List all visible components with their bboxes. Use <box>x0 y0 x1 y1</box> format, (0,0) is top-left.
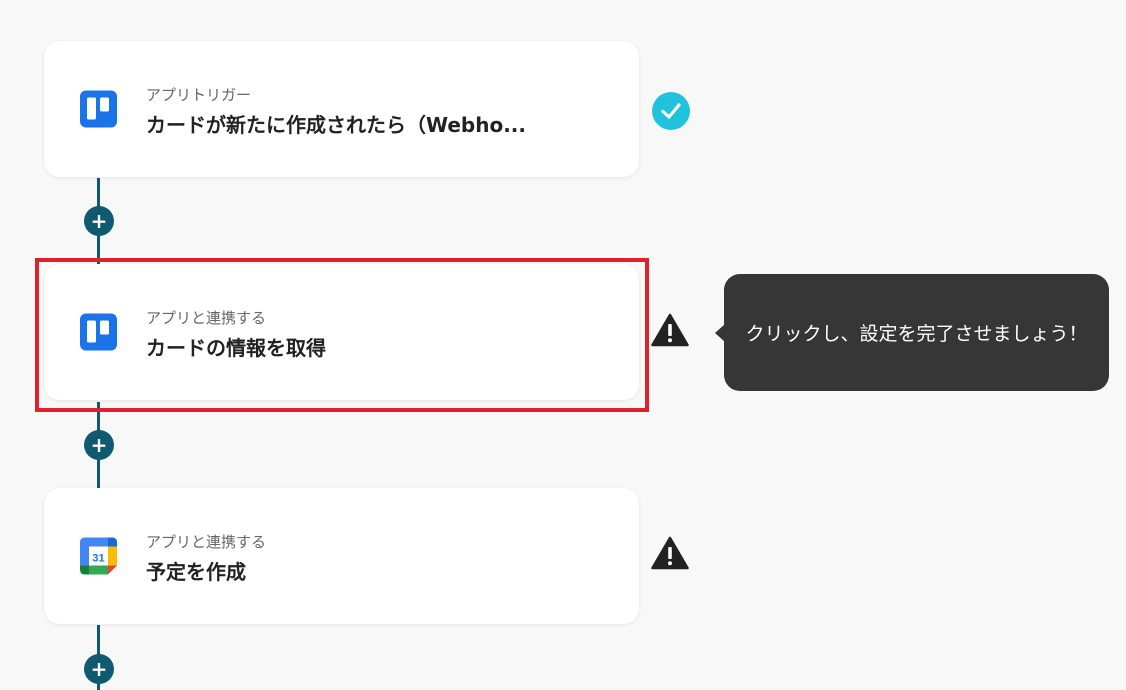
step-title: カードが新たに作成されたら（Webho... <box>146 113 526 137</box>
calendar-day: 31 <box>92 553 104 565</box>
add-step-button[interactable]: + <box>84 430 114 460</box>
flow-step-trigger-card[interactable]: アプリトリガー カードが新たに作成されたら（Webho... <box>44 41 639 177</box>
step-subtitle: アプリトリガー <box>146 86 252 104</box>
add-step-button[interactable]: + <box>84 654 114 684</box>
step-subtitle: アプリと連携する <box>146 533 267 551</box>
tooltip-arrow <box>715 323 725 342</box>
step-title: カードの情報を取得 <box>146 336 326 360</box>
setup-tooltip: クリックし、設定を完了させましょう！ <box>715 274 1109 391</box>
trello-icon <box>80 313 117 351</box>
trello-icon <box>80 90 117 128</box>
add-step-button[interactable]: + <box>84 206 114 236</box>
google-calendar-icon: 31 <box>80 537 117 575</box>
tooltip-text: クリックし、設定を完了させましょう！ <box>745 323 1088 345</box>
flow-step-get-card-info[interactable]: アプリと連携する カードの情報を取得 <box>44 264 639 400</box>
check-icon <box>652 92 690 130</box>
step-subtitle: アプリと連携する <box>146 309 267 327</box>
step-title: 予定を作成 <box>146 560 246 584</box>
warning-icon <box>651 536 689 570</box>
warning-icon <box>651 313 689 347</box>
flow-step-create-event[interactable]: 31 アプリと連携する 予定を作成 <box>44 488 639 624</box>
